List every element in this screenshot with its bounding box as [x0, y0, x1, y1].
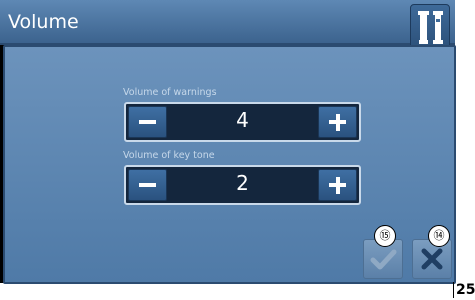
key-tone-increase-button[interactable]	[318, 169, 357, 201]
warnings-volume-label: Volume of warnings	[123, 87, 217, 98]
window-title: Volume	[8, 11, 79, 33]
title-bar: Volume	[0, 0, 455, 45]
warnings-volume-control: 4	[124, 102, 361, 142]
minus-icon	[139, 120, 156, 124]
key-tone-decrease-button[interactable]	[128, 169, 167, 201]
warnings-increase-button[interactable]	[318, 106, 357, 138]
key-tone-volume-control: 2	[124, 165, 361, 205]
close-icon	[421, 248, 443, 270]
minus-icon	[139, 183, 156, 187]
page-number: 25	[453, 282, 475, 298]
callout-cancel: ⑭	[428, 225, 450, 247]
warnings-volume-value: 4	[236, 108, 249, 132]
warnings-decrease-button[interactable]	[128, 106, 167, 138]
key-tone-volume-value: 2	[236, 171, 249, 195]
key-tone-volume-label: Volume of key tone	[123, 150, 215, 161]
callout-confirm: ⑮	[374, 225, 396, 247]
